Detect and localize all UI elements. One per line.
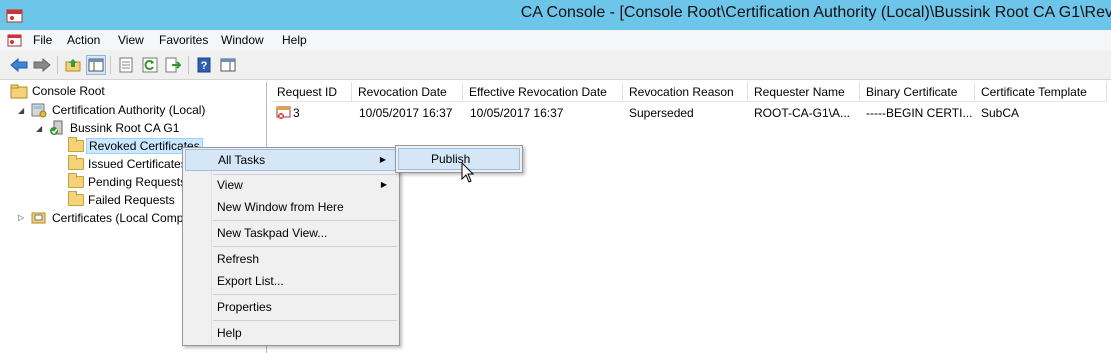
show-hide-action-pane-icon[interactable] — [218, 55, 238, 75]
ca-server-check-icon — [50, 120, 63, 135]
tree-item-label: Certification Authority (Local) — [52, 103, 206, 117]
all-tasks-submenu: Publish — [395, 145, 523, 173]
properties-icon[interactable] — [116, 55, 136, 75]
cell-effective-revocation-date: 10/05/2017 16:37 — [470, 106, 564, 120]
tree-item-label: Failed Requests — [88, 193, 175, 207]
tree-item-bussink-root-ca[interactable]: Bussink Root CA G1 — [48, 119, 179, 137]
svg-text:?: ? — [201, 60, 208, 72]
tree-item-certification-authority[interactable]: Certification Authority (Local) — [30, 101, 205, 119]
menu-item-publish[interactable]: Publish — [398, 148, 520, 170]
cell-requester-name: ROOT-CA-G1\A... — [754, 106, 851, 120]
menu-separator — [213, 246, 397, 247]
tree-item-issued-certificates[interactable]: Issued Certificates — [68, 155, 187, 173]
submenu-arrow-icon: ▶ — [380, 180, 387, 189]
menu-separator — [213, 220, 397, 221]
menu-item-new-window[interactable]: New Window from Here — [185, 196, 397, 218]
column-header-effective-revocation-date[interactable]: Effective Revocation Date — [463, 82, 623, 102]
show-hide-tree-icon[interactable] — [86, 55, 106, 75]
title-bar: CA Console - [Console Root\Certification… — [0, 0, 1111, 30]
window-title: CA Console - [Console Root\Certification… — [520, 4, 1111, 21]
revoked-certificate-icon — [276, 106, 291, 119]
toolbar-separator — [57, 56, 58, 74]
menu-item-label: View — [217, 178, 243, 192]
menu-item-all-tasks[interactable]: All Tasks ▶ — [185, 149, 397, 171]
back-arrow-icon[interactable] — [9, 55, 29, 75]
cell-request-id: 3 — [293, 106, 300, 120]
tree-item-failed-requests[interactable]: Failed Requests — [68, 191, 175, 209]
forward-arrow-icon[interactable] — [32, 55, 52, 75]
menu-action[interactable]: Action — [67, 33, 100, 47]
tree-item-label: Issued Certificates — [88, 157, 187, 171]
toolbar: ? — [0, 50, 1111, 80]
menu-item-label: Refresh — [217, 252, 260, 266]
certification-authority-icon — [31, 103, 47, 118]
column-header-binary-certificate[interactable]: Binary Certificate — [860, 82, 975, 102]
collapse-arrow-icon[interactable]: ◢ — [36, 124, 42, 133]
submenu-arrow-icon: ▶ — [379, 155, 386, 164]
menu-item-label: New Taskpad View... — [217, 226, 328, 240]
menu-item-label: All Tasks — [218, 153, 266, 167]
cell-revocation-date: 10/05/2017 16:37 — [359, 106, 453, 120]
folder-icon — [68, 155, 84, 170]
tree-item-pending-requests[interactable]: Pending Requests — [68, 173, 186, 191]
tree-item-label: Pending Requests — [88, 175, 187, 189]
menu-separator — [213, 294, 397, 295]
menu-item-help[interactable]: Help — [185, 322, 397, 344]
menu-item-label: New Window from Here — [217, 200, 344, 214]
refresh-icon[interactable] — [140, 55, 160, 75]
collapse-arrow-icon[interactable]: ◢ — [18, 106, 24, 115]
mmc-system-menu-icon[interactable] — [7, 32, 23, 48]
menu-separator — [213, 320, 397, 321]
mouse-cursor-icon — [461, 162, 475, 183]
column-header-requester-name[interactable]: Requester Name — [748, 82, 860, 102]
menu-item-label: Export List... — [217, 274, 284, 288]
up-folder-icon[interactable] — [63, 55, 83, 75]
menu-item-properties[interactable]: Properties — [185, 296, 397, 318]
menu-file[interactable]: File — [33, 33, 52, 47]
menu-help[interactable]: Help — [282, 33, 307, 47]
menu-item-view[interactable]: View ▶ — [185, 174, 397, 196]
menu-item-new-taskpad-view[interactable]: New Taskpad View... — [185, 222, 397, 244]
menu-item-refresh[interactable]: Refresh — [185, 248, 397, 270]
ca-console-app-icon[interactable] — [6, 6, 24, 24]
menu-favorites[interactable]: Favorites — [159, 33, 208, 47]
folder-icon — [68, 173, 84, 188]
menu-window[interactable]: Window — [221, 33, 264, 47]
cell-binary-certificate: -----BEGIN CERTI... — [866, 106, 973, 120]
context-menu: All Tasks ▶ View ▶ New Window from Here … — [182, 147, 400, 346]
cell-revocation-reason: Superseded — [629, 106, 694, 120]
menu-view[interactable]: View — [118, 33, 144, 47]
export-list-icon[interactable] — [163, 55, 183, 75]
cell-certificate-template: SubCA — [981, 106, 1020, 120]
tree-item-console-root[interactable]: Console Root — [10, 82, 105, 100]
folder-icon — [68, 191, 84, 206]
toolbar-separator — [110, 56, 111, 74]
menu-item-label: Properties — [217, 300, 272, 314]
column-header-request-id[interactable]: Request ID — [271, 82, 352, 102]
menu-item-export-list[interactable]: Export List... — [185, 270, 397, 292]
certificates-store-icon — [31, 212, 46, 224]
menu-bar: File Action View Favorites Window Help — [0, 30, 1111, 50]
toolbar-separator — [188, 56, 189, 74]
help-icon[interactable]: ? — [194, 55, 214, 75]
tree-item-label: Bussink Root CA G1 — [70, 121, 180, 135]
column-header-certificate-template[interactable]: Certificate Template — [975, 82, 1107, 102]
column-header-revocation-reason[interactable]: Revocation Reason — [623, 82, 748, 102]
menu-item-label: Help — [217, 326, 242, 340]
column-header-revocation-date[interactable]: Revocation Date — [352, 82, 463, 102]
folder-icon — [68, 137, 84, 152]
tree-item-label: Console Root — [32, 84, 105, 98]
console-root-folder-icon — [10, 84, 28, 99]
expand-arrow-icon[interactable]: ▷ — [18, 213, 24, 222]
